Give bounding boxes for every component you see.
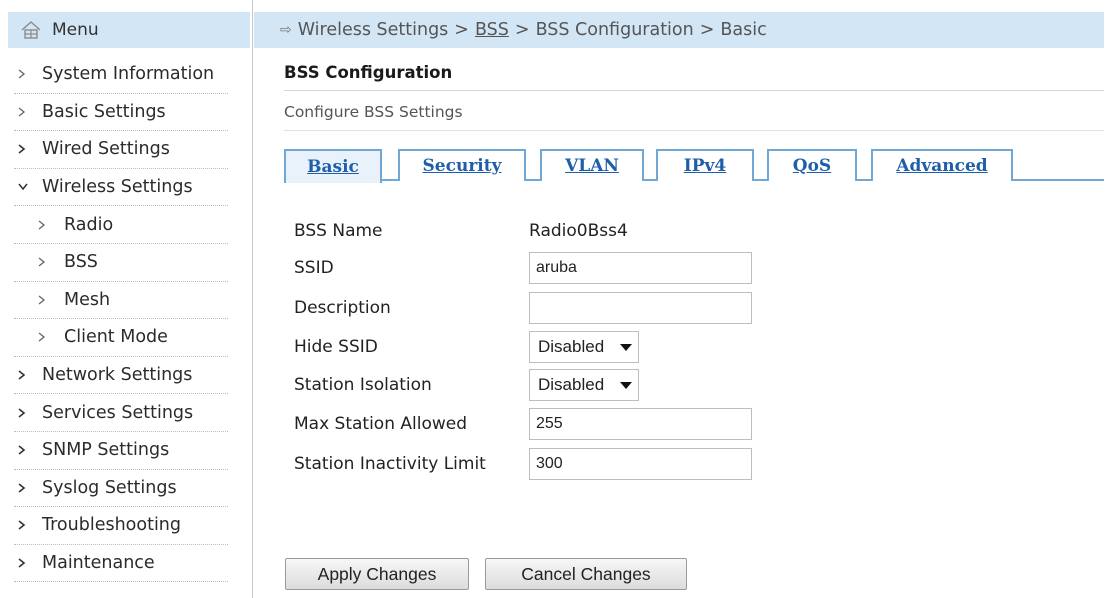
cancel-changes-button[interactable]: Cancel Changes	[485, 558, 687, 590]
sidebar-item-snmp-settings[interactable]: SNMP Settings	[14, 432, 228, 470]
chevron-right-icon	[14, 370, 42, 380]
sidebar-item-label: Network Settings	[42, 365, 193, 386]
chevron-right-icon	[14, 295, 64, 305]
hide-ssid-label: Hide SSID	[294, 337, 378, 357]
breadcrumb-separator: >	[454, 20, 469, 40]
apply-changes-button[interactable]: Apply Changes	[285, 558, 469, 590]
sidebar-item-system-information[interactable]: System Information	[14, 56, 228, 94]
sidebar-item-mesh[interactable]: Mesh	[14, 282, 228, 320]
chevron-right-icon	[14, 483, 42, 493]
sidebar-item-label: Mesh	[64, 289, 111, 310]
chevron-down-icon	[14, 183, 42, 191]
page-title: BSS Configuration	[284, 63, 1104, 91]
sidebar-item-basic-settings[interactable]: Basic Settings	[14, 94, 228, 132]
chevron-right-icon	[14, 220, 64, 230]
tab-vlan[interactable]: VLAN	[540, 149, 644, 181]
menu-label: Menu	[52, 20, 99, 40]
sidebar: Menu System Information Basic Settings W…	[0, 0, 253, 598]
station-isolation-label: Station Isolation	[294, 375, 432, 395]
tab-basic[interactable]: Basic	[284, 149, 382, 183]
sidebar-nav: System Information Basic Settings Wired …	[14, 56, 228, 583]
sidebar-item-label: Wired Settings	[42, 139, 170, 160]
home-icon	[20, 20, 42, 40]
caret-down-icon	[620, 381, 632, 389]
tab-qos[interactable]: QoS	[767, 149, 857, 181]
tab-bar: Basic Security VLAN IPv4 QoS Advanced	[284, 147, 1104, 183]
station-isolation-select[interactable]: Disabled	[529, 369, 639, 401]
inactivity-limit-input[interactable]	[529, 448, 752, 480]
tab-security[interactable]: Security	[398, 149, 526, 181]
tab-advanced[interactable]: Advanced	[871, 149, 1013, 181]
breadcrumb-item-wireless-settings: Wireless Settings	[297, 20, 449, 40]
chevron-right-icon	[14, 107, 42, 117]
breadcrumb-separator: >	[699, 20, 715, 40]
sidebar-item-wired-settings[interactable]: Wired Settings	[14, 131, 228, 169]
caret-down-icon	[620, 343, 632, 351]
chevron-right-icon	[14, 144, 42, 155]
sidebar-item-label: Client Mode	[64, 327, 168, 348]
sidebar-item-label: Basic Settings	[42, 101, 166, 122]
hide-ssid-selected-value: Disabled	[538, 337, 605, 356]
breadcrumb-link-bss[interactable]: BSS	[475, 20, 509, 40]
menu-header: Menu	[8, 12, 250, 48]
main-content: ⇨ Wireless Settings > BSS > BSS Configur…	[254, 0, 1110, 598]
arrow-right-icon: ⇨	[280, 22, 292, 38]
bss-name-value: Radio0Bss4	[529, 221, 628, 241]
hide-ssid-select[interactable]: Disabled	[529, 331, 639, 363]
sidebar-item-client-mode[interactable]: Client Mode	[14, 319, 228, 357]
chevron-right-icon	[14, 520, 42, 531]
sidebar-item-maintenance[interactable]: Maintenance	[14, 545, 228, 583]
sidebar-item-services-settings[interactable]: Services Settings	[14, 394, 228, 432]
station-isolation-selected-value: Disabled	[538, 375, 605, 394]
sidebar-item-label: System Information	[42, 64, 215, 85]
breadcrumb: ⇨ Wireless Settings > BSS > BSS Configur…	[254, 12, 1104, 48]
ssid-label: SSID	[294, 258, 334, 278]
page-subtitle: Configure BSS Settings	[284, 103, 1104, 131]
sidebar-item-label: Wireless Settings	[42, 177, 193, 198]
sidebar-item-troubleshooting[interactable]: Troubleshooting	[14, 507, 228, 545]
description-label: Description	[294, 298, 391, 318]
sidebar-item-label: SNMP Settings	[42, 440, 170, 461]
chevron-right-icon	[14, 445, 42, 455]
sidebar-item-label: Maintenance	[42, 553, 155, 574]
max-station-input[interactable]	[529, 408, 752, 440]
sidebar-item-label: Radio	[64, 214, 114, 235]
sidebar-item-radio[interactable]: Radio	[14, 206, 228, 244]
breadcrumb-item-basic: Basic	[720, 20, 767, 40]
max-station-label: Max Station Allowed	[294, 414, 468, 434]
bss-name-label: BSS Name	[294, 221, 383, 241]
breadcrumb-separator: >	[514, 20, 530, 40]
tab-ipv4[interactable]: IPv4	[656, 149, 754, 181]
chevron-right-icon	[14, 257, 64, 267]
sidebar-item-bss[interactable]: BSS	[14, 244, 228, 282]
sidebar-item-wireless-settings[interactable]: Wireless Settings	[14, 169, 228, 207]
sidebar-item-label: Services Settings	[42, 402, 194, 423]
sidebar-item-label: Syslog Settings	[42, 477, 177, 498]
inactivity-limit-label: Station Inactivity Limit	[294, 454, 486, 474]
description-input[interactable]	[529, 292, 752, 324]
chevron-right-icon	[14, 558, 42, 568]
ssid-input[interactable]	[529, 252, 752, 284]
chevron-right-icon	[14, 332, 64, 342]
chevron-right-icon	[14, 69, 42, 79]
chevron-right-icon	[14, 408, 42, 418]
sidebar-item-label: Troubleshooting	[42, 515, 182, 536]
sidebar-item-label: BSS	[64, 252, 98, 273]
sidebar-item-syslog-settings[interactable]: Syslog Settings	[14, 470, 228, 508]
breadcrumb-item-bss-configuration: BSS Configuration	[535, 20, 694, 40]
sidebar-item-network-settings[interactable]: Network Settings	[14, 357, 228, 395]
